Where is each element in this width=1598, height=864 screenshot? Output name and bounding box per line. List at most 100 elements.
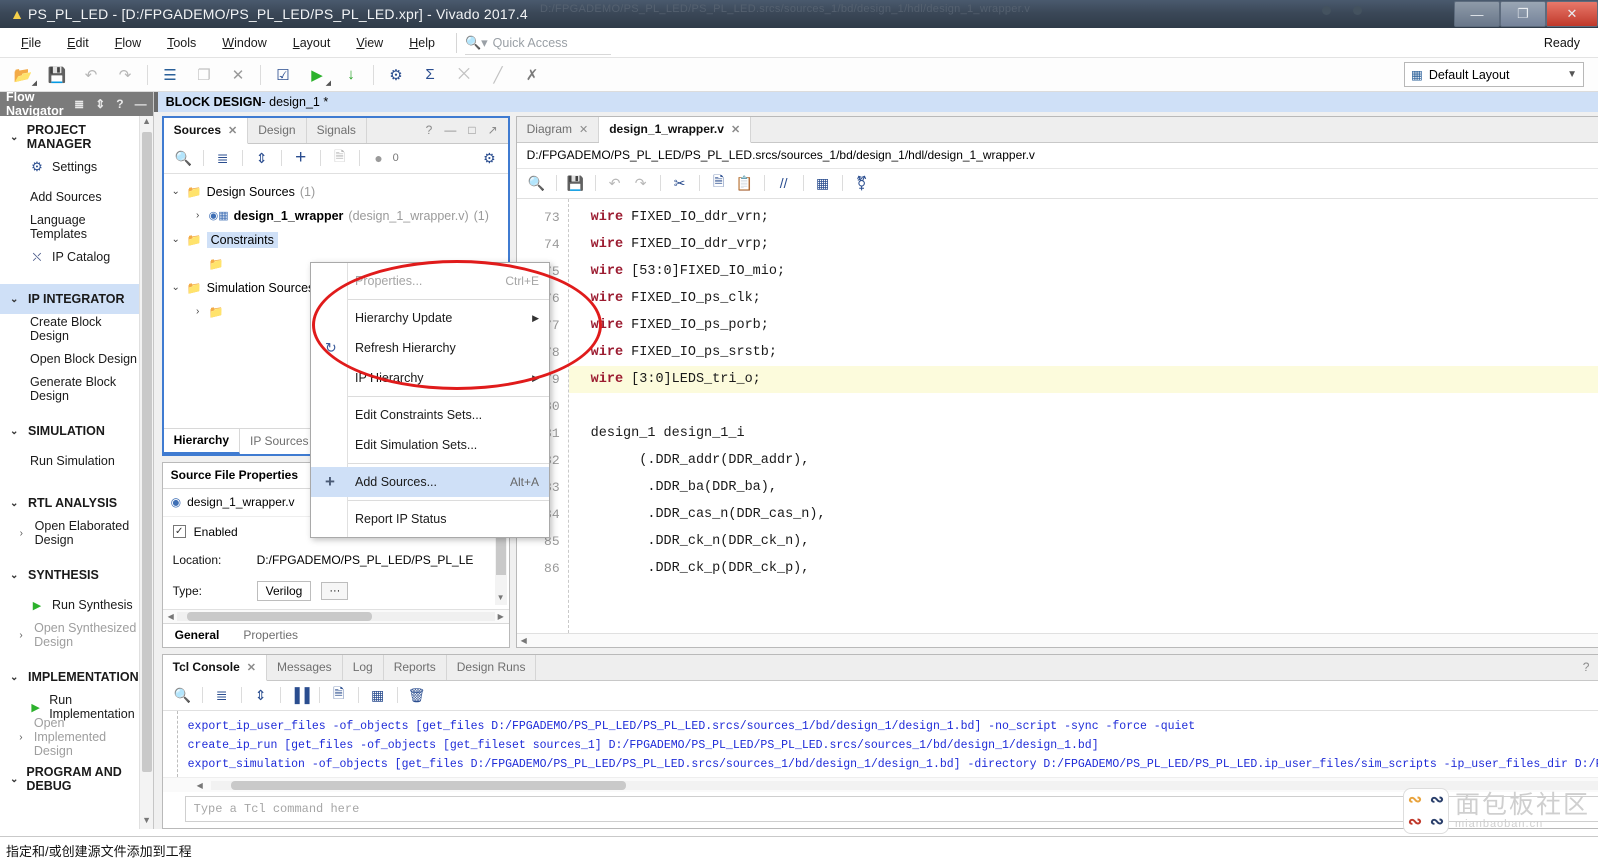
scroll-down-icon[interactable]: ▼ bbox=[495, 593, 507, 605]
enabled-checkbox[interactable]: ✓ bbox=[172, 525, 186, 539]
maximize-button[interactable]: ❐ bbox=[1500, 1, 1546, 27]
menu-file[interactable]: File bbox=[8, 32, 54, 54]
close-icon[interactable]: ✕ bbox=[579, 123, 588, 136]
save-icon[interactable]: 💾 bbox=[564, 172, 588, 194]
tab-diagram[interactable]: Diagram ✕ bbox=[516, 116, 600, 142]
collapse-icon[interactable]: ≣ bbox=[210, 684, 234, 706]
tab-log[interactable]: Log bbox=[342, 654, 384, 680]
quick-access-search[interactable]: 🔍▾ Quick Access bbox=[464, 35, 615, 55]
copy-icon[interactable]: 🗎 bbox=[707, 172, 731, 194]
expand-icon[interactable]: ⇕ bbox=[95, 97, 105, 111]
menu-layout[interactable]: Layout bbox=[280, 32, 344, 54]
ctx-edit-constraints-sets[interactable]: Edit Constraints Sets... bbox=[311, 400, 549, 430]
flow-navigator-scrollbar[interactable]: ▲ ▼ bbox=[138, 116, 153, 829]
scroll-left-icon[interactable]: ◀ bbox=[165, 612, 177, 621]
flow-section-program-and-debug[interactable]: ⌄ PROGRAM AND DEBUG bbox=[0, 764, 139, 794]
flow-section-project-manager[interactable]: ⌄ PROJECT MANAGER bbox=[0, 122, 139, 152]
tab-signals[interactable]: Signals bbox=[306, 117, 367, 143]
search-icon[interactable]: 🔍 bbox=[172, 147, 196, 169]
menu-help[interactable]: Help bbox=[396, 32, 448, 54]
gear-icon[interactable]: ⚙ bbox=[483, 150, 496, 167]
bulb-icon[interactable]: ⚧ bbox=[850, 172, 874, 194]
cut-icon[interactable]: ✂ bbox=[668, 172, 692, 194]
type-browse-button[interactable]: ··· bbox=[321, 581, 349, 600]
sources-tab-ip-sources[interactable]: IP Sources bbox=[240, 428, 320, 454]
ctx-edit-simulation-sets[interactable]: Edit Simulation Sets... bbox=[311, 430, 549, 460]
close-icon[interactable]: ✕ bbox=[247, 661, 256, 674]
collapse-all-icon[interactable]: ≣ bbox=[74, 97, 84, 111]
ctx-report-ip-status[interactable]: Report IP Status bbox=[311, 504, 549, 534]
flow-section-synthesis[interactable]: ⌄ SYNTHESIS bbox=[0, 560, 139, 590]
flow-item-create-block-design[interactable]: Create Block Design bbox=[0, 314, 139, 344]
save-icon[interactable]: 💾 bbox=[40, 61, 74, 89]
trash-icon[interactable]: 🗑 bbox=[405, 684, 429, 706]
search-icon[interactable]: 🔍 bbox=[525, 172, 549, 194]
tree-node[interactable]: › ◉▦ design_1_wrapper (design_1_wrapper.v) … bbox=[170, 204, 508, 228]
flow-item-language-templates[interactable]: Language Templates bbox=[0, 212, 139, 242]
flow-item-generate-block-design[interactable]: Generate Block Design bbox=[0, 374, 139, 404]
flow-item-run-synthesis[interactable]: ▶ Run Synthesis bbox=[0, 590, 139, 620]
tab-sources[interactable]: Sources ✕ bbox=[163, 117, 249, 144]
comment-icon[interactable]: // bbox=[772, 172, 796, 194]
console-hscrollbar[interactable]: ◀ ▶ bbox=[162, 777, 1598, 792]
flow-item-open-elaborated-design[interactable]: › Open Elaborated Design bbox=[0, 518, 139, 548]
generate-bitstream-icon[interactable]: ↓ bbox=[334, 61, 368, 89]
flow-section-ip-integrator[interactable]: ⌄ IP INTEGRATOR bbox=[0, 284, 139, 314]
help-icon[interactable]: ? bbox=[116, 97, 123, 111]
ctx-add-sources[interactable]: + Add Sources... Alt+A bbox=[311, 467, 549, 497]
flow-section-implementation[interactable]: ⌄ IMPLEMENTATION bbox=[0, 662, 139, 692]
code-text[interactable]: wire FIXED_IO_ddr_vrn; wire FIXED_IO_ddr_… bbox=[568, 199, 1598, 633]
tree-node[interactable]: ⌄ 📁 Design Sources (1) bbox=[170, 180, 508, 204]
tab-design[interactable]: Design bbox=[248, 117, 307, 143]
chevron-icon[interactable]: ⌄ bbox=[170, 234, 182, 245]
panel-control-icon[interactable]: ↗ bbox=[488, 123, 498, 137]
tab-design-runs[interactable]: Design Runs bbox=[446, 654, 537, 680]
sigma-icon[interactable]: Σ bbox=[413, 61, 447, 89]
run-icon[interactable]: ▶ ◢ bbox=[300, 61, 334, 89]
properties-hscrollbar[interactable]: ◀ ▶ bbox=[162, 608, 509, 623]
indent-icon[interactable]: ▦ bbox=[811, 172, 835, 194]
editor-hscrollbar[interactable]: ◀ ▶ bbox=[516, 632, 1598, 647]
tab-design_1_wrapper-v[interactable]: design_1_wrapper.v ✕ bbox=[599, 116, 752, 143]
chevron-icon[interactable]: › bbox=[192, 210, 204, 221]
flow-item-ip-catalog[interactable]: ⛌ IP Catalog bbox=[0, 242, 139, 272]
report-icon[interactable]: ☰ bbox=[153, 61, 187, 89]
console-body[interactable]: export_ip_user_files -of_objects [get_fi… bbox=[162, 710, 1598, 777]
menu-edit[interactable]: Edit bbox=[54, 32, 102, 54]
paste-icon[interactable]: 📋 bbox=[733, 172, 757, 194]
menu-window[interactable]: Window bbox=[209, 32, 279, 54]
validate-design-icon[interactable]: ☑ bbox=[266, 61, 300, 89]
ctx-hierarchy-update[interactable]: Hierarchy Update ▶ bbox=[311, 303, 549, 333]
tab-messages[interactable]: Messages bbox=[266, 654, 343, 680]
code-area[interactable]: 73 74 75 76 77 78 79 80 81 82 83 84 85 86 wire FIXED_… bbox=[516, 198, 1598, 633]
tab-reports[interactable]: Reports bbox=[383, 654, 447, 680]
flow-item-settings[interactable]: ⚙ Settings bbox=[0, 152, 139, 182]
sources-tab-hierarchy[interactable]: Hierarchy bbox=[163, 428, 241, 454]
flow-item-run-simulation[interactable]: Run Simulation bbox=[0, 446, 139, 476]
panel-control-icon[interactable]: — bbox=[444, 123, 456, 137]
panel-control-icon[interactable]: ? bbox=[426, 123, 433, 137]
close-icon[interactable]: ✕ bbox=[228, 124, 237, 137]
close-button[interactable]: ✕ bbox=[1546, 1, 1598, 27]
menu-tools[interactable]: Tools bbox=[154, 32, 209, 54]
help-file-icon[interactable]: 🗎 bbox=[328, 147, 352, 169]
pause-icon[interactable]: ▐▐ bbox=[288, 684, 312, 706]
minimize-icon[interactable]: — bbox=[135, 97, 147, 111]
panel-control-icon[interactable]: ? bbox=[1583, 660, 1590, 674]
close-icon[interactable]: ✕ bbox=[731, 123, 740, 136]
properties-tab-properties[interactable]: Properties bbox=[231, 624, 310, 647]
menu-view[interactable]: View bbox=[343, 32, 396, 54]
flow-item-add-sources[interactable]: Add Sources bbox=[0, 182, 139, 212]
scroll-left-icon[interactable]: ◀ bbox=[517, 636, 531, 645]
collapse-all-icon[interactable]: ≣ bbox=[211, 147, 235, 169]
clear-marks-icon[interactable]: ✗ bbox=[515, 61, 549, 89]
layout-selector[interactable]: ▦ Default Layout ▼ bbox=[1404, 62, 1584, 87]
scroll-left-icon[interactable]: ◀ bbox=[193, 781, 207, 790]
undo-icon[interactable]: ↶ bbox=[603, 172, 627, 194]
minimize-button[interactable]: — bbox=[1454, 1, 1500, 27]
menu-flow[interactable]: Flow bbox=[102, 32, 154, 54]
scroll-up-icon[interactable]: ▲ bbox=[140, 116, 153, 130]
panel-control-icon[interactable]: □ bbox=[468, 123, 475, 137]
tab-tcl-console[interactable]: Tcl Console ✕ bbox=[162, 654, 267, 681]
ctx-refresh-hierarchy[interactable]: ↻ Refresh Hierarchy bbox=[311, 333, 549, 363]
